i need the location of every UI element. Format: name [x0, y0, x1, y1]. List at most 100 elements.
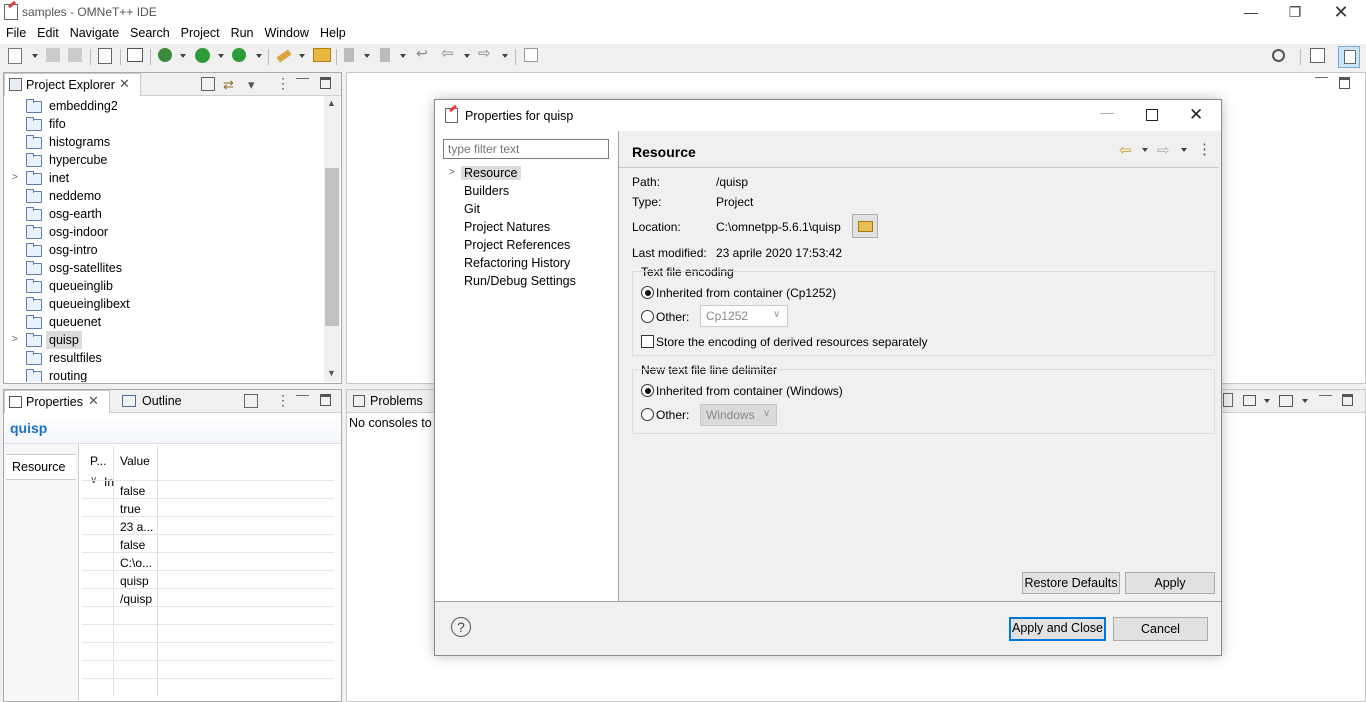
dialog-close-button[interactable]: ✕: [1189, 105, 1203, 125]
run-dropdown-icon[interactable]: [218, 54, 224, 58]
project-item[interactable]: fifo: [4, 115, 324, 133]
run-icon[interactable]: [195, 48, 210, 63]
debug-dropdown-icon[interactable]: [180, 54, 186, 58]
profile-dropdown-icon[interactable]: [256, 54, 262, 58]
minimize-editor-icon[interactable]: —: [1315, 69, 1328, 84]
close-button[interactable]: ✕: [1318, 0, 1364, 24]
nav-item[interactable]: Refactoring History: [464, 256, 570, 270]
property-value[interactable]: quisp: [120, 574, 149, 588]
side-tab-resource[interactable]: Resource: [6, 454, 76, 480]
minimize-view-icon[interactable]: —: [296, 387, 309, 402]
tab-problems[interactable]: Problems: [370, 394, 423, 408]
scroll-up-icon[interactable]: ▲: [327, 98, 336, 108]
display-console-dropdown-icon[interactable]: [1264, 399, 1270, 403]
project-item[interactable]: > quisp: [4, 331, 324, 349]
tools-dropdown-icon[interactable]: [299, 54, 305, 58]
project-item[interactable]: osg-intro: [4, 241, 324, 259]
cancel-button[interactable]: Cancel: [1113, 617, 1208, 641]
menu-help[interactable]: Help: [314, 24, 351, 40]
search-icon[interactable]: [1272, 49, 1285, 62]
menu-search[interactable]: Search: [124, 24, 175, 40]
maximize-console-icon[interactable]: [1342, 394, 1353, 406]
back-dropdown-icon[interactable]: [1142, 148, 1148, 152]
collapse-all-icon[interactable]: [201, 77, 215, 91]
project-item[interactable]: histograms: [4, 133, 324, 151]
encoding-other-radio[interactable]: [641, 310, 654, 323]
apply-and-close-button[interactable]: Apply and Close: [1009, 617, 1106, 641]
prev-annotation-dropdown-icon[interactable]: [400, 54, 406, 58]
save-icon[interactable]: [46, 48, 60, 62]
open-console-icon[interactable]: [1279, 395, 1293, 407]
menu-edit[interactable]: Edit: [31, 24, 64, 40]
dialog-maximize-button[interactable]: [1146, 109, 1158, 121]
project-item[interactable]: hypercube: [4, 151, 324, 169]
project-item[interactable]: osg-earth: [4, 205, 324, 223]
nav-item[interactable]: Resource: [461, 166, 521, 180]
next-annotation-dropdown-icon[interactable]: [364, 54, 370, 58]
open-perspective-icon[interactable]: [1310, 48, 1325, 63]
maximize-view-icon[interactable]: [320, 394, 331, 406]
property-value[interactable]: /quisp: [120, 592, 152, 606]
property-value[interactable]: 23 a...: [120, 520, 153, 534]
tab-properties[interactable]: Properties ✕: [4, 390, 110, 413]
pin-console-icon[interactable]: [1223, 393, 1233, 407]
filter-input[interactable]: [443, 139, 609, 159]
tab-project-explorer[interactable]: Project Explorer ✕: [4, 73, 141, 96]
pin-editor-icon[interactable]: [524, 48, 538, 62]
project-item[interactable]: routing: [4, 367, 324, 382]
open-folder-icon[interactable]: [313, 48, 331, 62]
encoding-inherited-radio[interactable]: [641, 286, 654, 299]
tools-icon[interactable]: [276, 49, 292, 63]
forward-icon[interactable]: ⇨: [478, 44, 494, 62]
store-encoding-checkbox[interactable]: [641, 335, 654, 348]
property-value[interactable]: C:\o...: [120, 556, 152, 570]
debug-icon[interactable]: [158, 48, 172, 62]
new-icon[interactable]: [8, 48, 22, 64]
menu-run[interactable]: Run: [225, 24, 259, 40]
help-icon[interactable]: ?: [451, 617, 471, 637]
project-item[interactable]: queueinglib: [4, 277, 324, 295]
property-value[interactable]: true: [120, 502, 141, 516]
close-tab-icon[interactable]: ✕: [88, 393, 99, 409]
next-annotation-icon[interactable]: [344, 48, 354, 62]
scroll-thumb[interactable]: [325, 168, 339, 326]
project-item[interactable]: embedding2: [4, 97, 324, 115]
nav-item[interactable]: Run/Debug Settings: [464, 274, 576, 288]
minimize-button[interactable]: —: [1228, 0, 1274, 24]
close-tab-icon[interactable]: ✕: [119, 76, 130, 92]
back-dropdown-icon[interactable]: [464, 54, 470, 58]
link-with-editor-icon[interactable]: ⇄: [223, 77, 234, 93]
property-value[interactable]: false: [120, 538, 145, 552]
back-icon[interactable]: ⇦: [1119, 141, 1132, 159]
nav-item[interactable]: Git: [464, 202, 480, 216]
save-all-icon[interactable]: [68, 48, 82, 62]
project-item[interactable]: queueinglibext: [4, 295, 324, 313]
forward-dropdown-icon[interactable]: [1181, 148, 1187, 152]
page-menu-icon[interactable]: ⋮: [1197, 140, 1212, 158]
scroll-down-icon[interactable]: ▼: [327, 368, 336, 378]
back-icon[interactable]: ⇦: [441, 44, 457, 62]
pin-view-icon[interactable]: [244, 394, 258, 408]
chevron-right-icon[interactable]: >: [12, 169, 18, 187]
forward-dropdown-icon[interactable]: [502, 54, 508, 58]
menu-window[interactable]: Window: [259, 24, 314, 40]
display-console-icon[interactable]: [1243, 395, 1256, 406]
property-value[interactable]: false: [120, 484, 145, 498]
chevron-right-icon[interactable]: >: [12, 331, 18, 349]
menu-navigate[interactable]: Navigate: [64, 24, 124, 40]
restore-defaults-button[interactable]: Restore Defaults: [1022, 572, 1120, 594]
menu-file[interactable]: File: [0, 24, 31, 40]
dialog-minimize-button[interactable]: —: [1100, 104, 1114, 120]
profile-icon[interactable]: [232, 48, 246, 62]
minimize-view-icon[interactable]: —: [296, 70, 309, 85]
nav-item[interactable]: Builders: [464, 184, 509, 198]
nav-item[interactable]: Project Natures: [464, 220, 550, 234]
maximize-editor-icon[interactable]: [1339, 77, 1350, 89]
build-icon[interactable]: [98, 48, 112, 64]
omnet-perspective-icon[interactable]: [1338, 46, 1360, 68]
show-in-explorer-button[interactable]: [852, 214, 878, 238]
view-menu-icon[interactable]: ⋮: [276, 392, 290, 409]
tree-scrollbar[interactable]: ▲ ▼: [324, 96, 340, 382]
nav-item[interactable]: Project References: [464, 238, 570, 252]
maximize-view-icon[interactable]: [320, 77, 331, 89]
